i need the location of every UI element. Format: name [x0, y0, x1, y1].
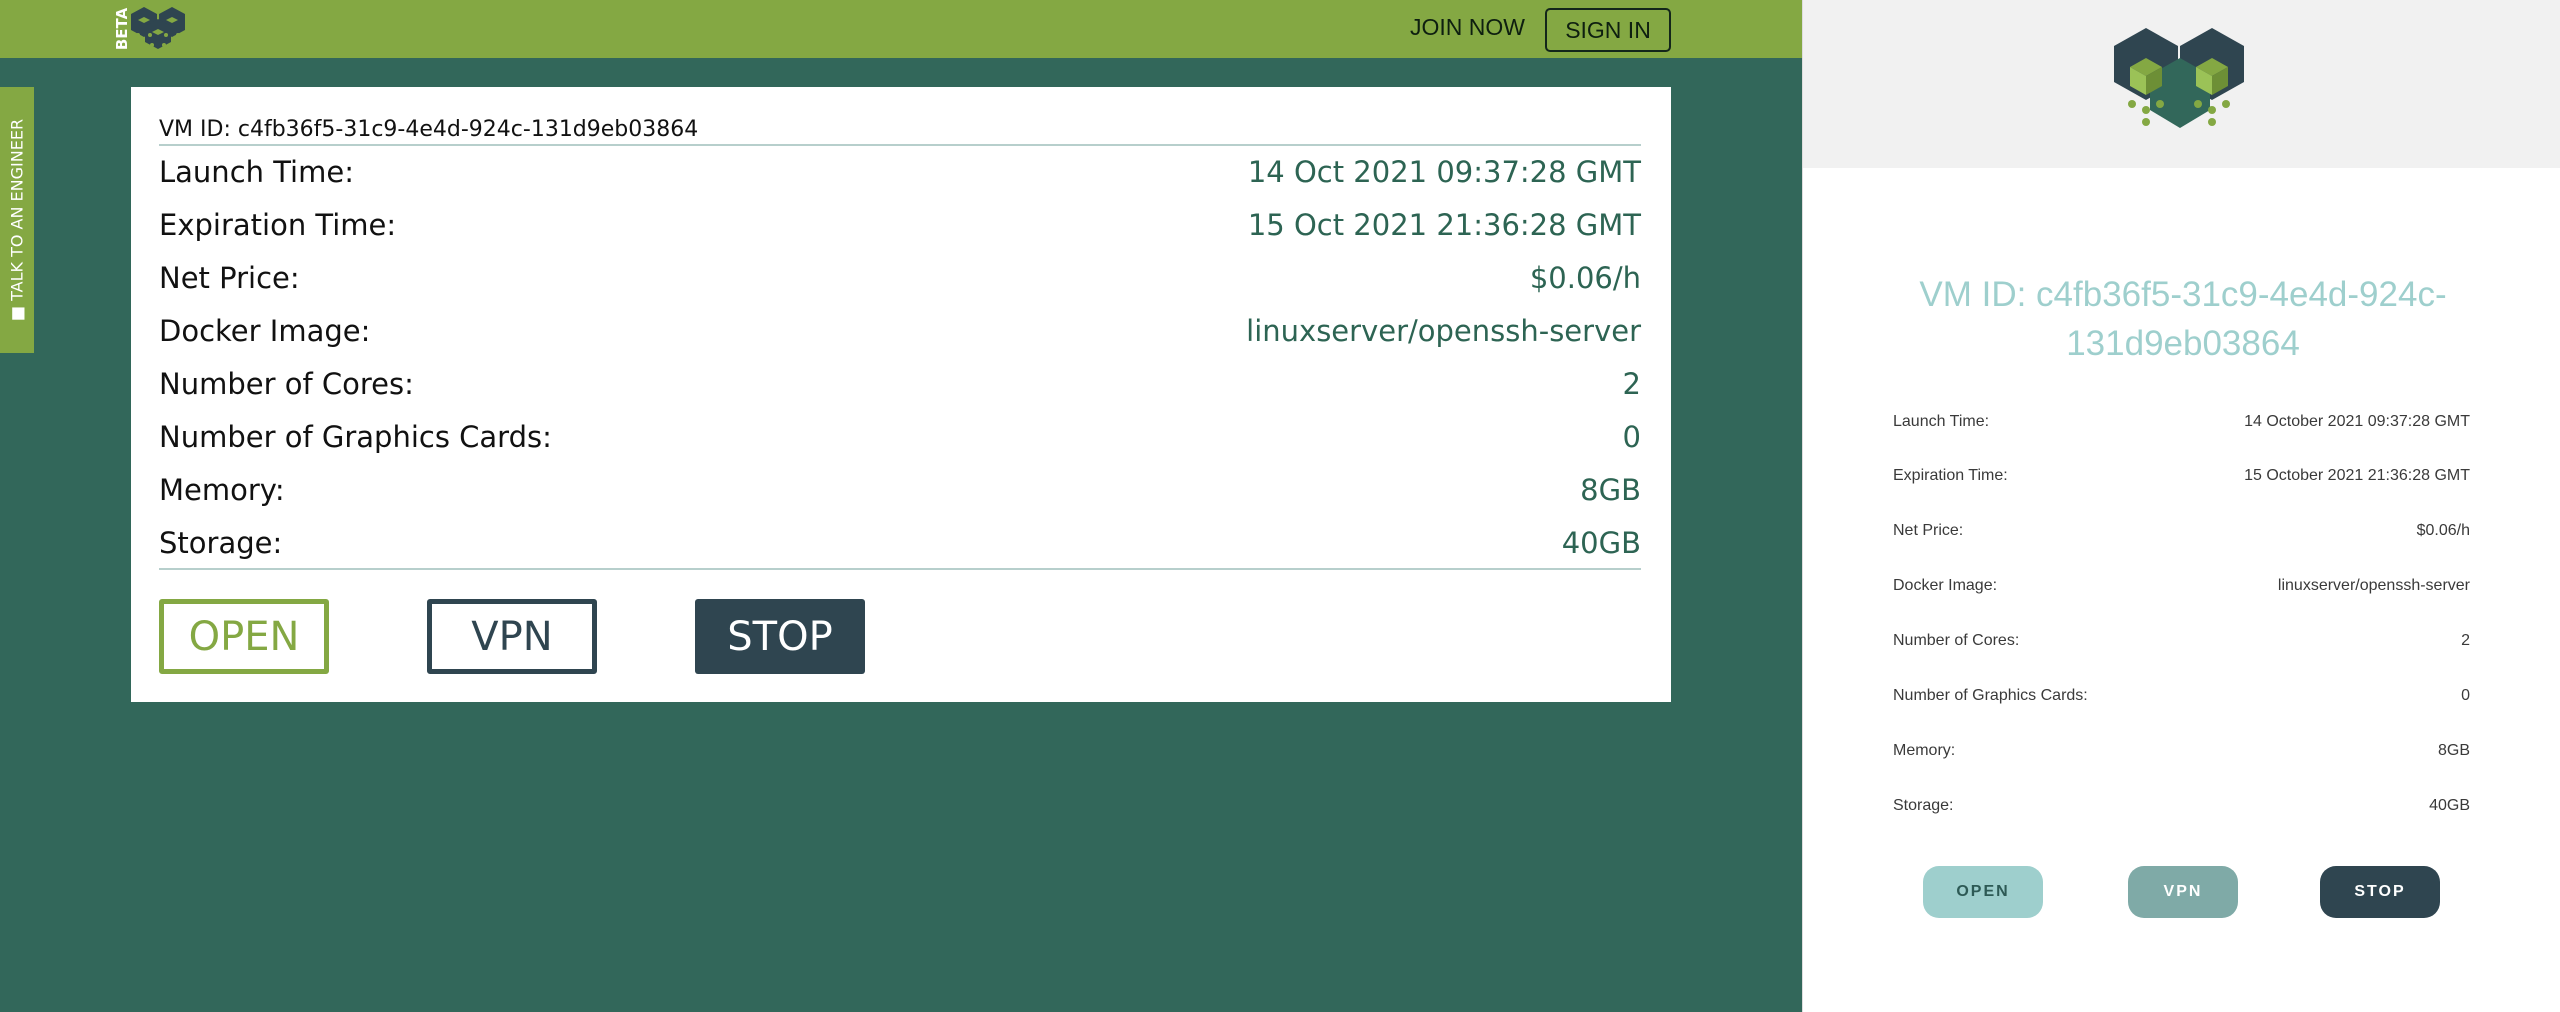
- detail-row-launch-time: Launch Time: 14 Oct 2021 09:37:28 GMT: [159, 145, 1641, 198]
- detail-row-storage: Storage: 40GB: [159, 516, 1641, 569]
- panel-value: 40GB: [2429, 797, 2470, 814]
- panel-vm-id-title: VM ID: c4fb36f5-31c9-4e4d-924c-131d9eb03…: [1919, 275, 2447, 363]
- panel-value: 2: [2461, 632, 2470, 649]
- detail-row-memory: Memory: 8GB: [159, 463, 1641, 516]
- detail-key: Launch Time:: [159, 154, 354, 189]
- panel-vpn-button[interactable]: VPN: [2128, 866, 2238, 918]
- detail-value: 14 Oct 2021 09:37:28 GMT: [1247, 154, 1641, 189]
- beta-label: BETA: [112, 0, 132, 58]
- detail-key: Storage:: [159, 525, 283, 560]
- detail-row-graphics-cards: Number of Graphics Cards: 0: [159, 410, 1641, 463]
- panel-value: $0.06/h: [2416, 522, 2470, 539]
- detail-row-net-price: Net Price: $0.06/h: [159, 251, 1641, 304]
- panel-value: 14 October 2021 09:37:28 GMT: [2244, 413, 2470, 430]
- detail-value: 2: [1622, 366, 1641, 401]
- panel-key: Launch Time:: [1893, 413, 1990, 430]
- app-main: BETA JOIN NOW SIGN IN ■ TALK TO AN ENGIN…: [0, 0, 1802, 1012]
- vpn-button[interactable]: VPN: [427, 599, 597, 674]
- detail-value: linuxserver/openssh-server: [1246, 313, 1641, 348]
- detail-value: 0: [1622, 419, 1641, 454]
- panel-key: Storage:: [1893, 797, 1954, 814]
- panel-value: 15 October 2021 21:36:28 GMT: [2244, 467, 2470, 484]
- detail-row-cores: Number of Cores: 2: [159, 357, 1641, 410]
- join-now-link[interactable]: JOIN NOW: [1410, 14, 1525, 44]
- panel-key: Expiration Time:: [1893, 467, 2008, 484]
- panel-open-button[interactable]: OPEN: [1923, 866, 2043, 918]
- detail-key: Net Price:: [159, 260, 300, 295]
- panel-row-cores: Number of Cores: 2: [1893, 626, 2470, 656]
- detail-value: 40GB: [1561, 525, 1641, 560]
- detail-row-docker-image: Docker Image: linuxserver/openssh-server: [159, 304, 1641, 357]
- open-button[interactable]: OPEN: [159, 599, 329, 674]
- panel-stop-button[interactable]: STOP: [2320, 866, 2440, 918]
- divider-bottom: [159, 568, 1641, 570]
- panel-row-docker-image: Docker Image: linuxserver/openssh-server: [1893, 571, 2470, 601]
- panel-row-storage: Storage: 40GB: [1893, 791, 2470, 821]
- stop-button[interactable]: STOP: [695, 599, 865, 674]
- sign-in-button[interactable]: SIGN IN: [1545, 8, 1671, 52]
- hexagon-cube-logo-icon: [2114, 28, 2244, 128]
- detail-key: Docker Image:: [159, 313, 371, 348]
- panel-key: Memory:: [1893, 742, 1956, 759]
- detail-value: 8GB: [1580, 472, 1641, 507]
- detail-value: 15 Oct 2021 21:36:28 GMT: [1247, 207, 1641, 242]
- panel-value: 8GB: [2437, 742, 2470, 759]
- vm-summary-panel: VM ID: c4fb36f5-31c9-4e4d-924c-131d9eb03…: [1802, 0, 2560, 1012]
- panel-row-expiration-time: Expiration Time: 15 October 2021 21:36:2…: [1893, 461, 2470, 491]
- panel-row-launch-time: Launch Time: 14 October 2021 09:37:28 GM…: [1893, 407, 2470, 437]
- beta-text: BETA: [113, 7, 131, 51]
- talk-to-engineer-label: ■ TALK TO AN ENGINEER: [7, 118, 27, 322]
- panel-key: Number of Cores:: [1893, 632, 2020, 649]
- panel-row-graphics-cards: Number of Graphics Cards: 0: [1893, 681, 2470, 711]
- talk-to-engineer-tab[interactable]: ■ TALK TO AN ENGINEER: [0, 87, 34, 353]
- panel-value: linuxserver/openssh-server: [2277, 577, 2470, 594]
- detail-key: Memory:: [159, 472, 285, 507]
- panel-key: Net Price:: [1893, 522, 1964, 539]
- detail-key: Number of Graphics Cards:: [159, 419, 552, 454]
- panel-value: 0: [2461, 687, 2470, 704]
- panel-row-net-price: Net Price: $0.06/h: [1893, 516, 2470, 546]
- panel-header: [1803, 0, 2560, 168]
- vm-details-card: VM ID: c4fb36f5-31c9-4e4d-924c-131d9eb03…: [131, 87, 1671, 702]
- panel-key: Docker Image:: [1893, 577, 1998, 594]
- detail-value: $0.06/h: [1529, 260, 1641, 295]
- detail-key: Number of Cores:: [159, 366, 414, 401]
- vm-id-label: VM ID: c4fb36f5-31c9-4e4d-924c-131d9eb03…: [159, 117, 699, 142]
- hexagon-cube-logo-icon[interactable]: [130, 5, 188, 53]
- panel-key: Number of Graphics Cards:: [1893, 687, 2088, 704]
- top-navigation-bar: BETA JOIN NOW SIGN IN: [0, 0, 1802, 58]
- detail-row-expiration-time: Expiration Time: 15 Oct 2021 21:36:28 GM…: [159, 198, 1641, 251]
- panel-row-memory: Memory: 8GB: [1893, 736, 2470, 766]
- detail-key: Expiration Time:: [159, 207, 397, 242]
